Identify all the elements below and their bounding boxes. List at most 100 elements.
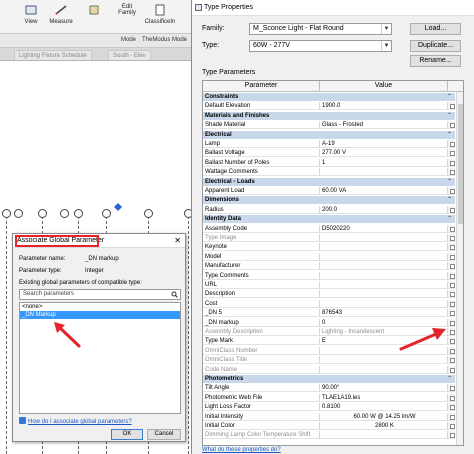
associate-parameter-button[interactable] bbox=[447, 422, 455, 430]
parameter-value[interactable]: 200.0 bbox=[320, 206, 447, 214]
list-item-dn-markup[interactable]: _DN Markup bbox=[20, 311, 180, 319]
associate-parameter-button[interactable] bbox=[447, 243, 455, 252]
scrollbar-thumb[interactable] bbox=[458, 104, 463, 224]
associate-parameter-button[interactable] bbox=[447, 365, 455, 374]
rename-button[interactable]: Rename... bbox=[410, 55, 461, 67]
associate-parameter-button[interactable] bbox=[447, 205, 455, 214]
parameter-row[interactable]: Wattage Comments bbox=[203, 168, 455, 177]
parameter-row[interactable]: Dimming Lamp Color Temperature Shift bbox=[203, 431, 455, 440]
properties-help-link[interactable]: What do these properties do? bbox=[202, 447, 281, 453]
collapse-icon[interactable]: ⌃ bbox=[447, 178, 452, 186]
parameter-value[interactable] bbox=[320, 168, 447, 177]
associate-parameter-button[interactable] bbox=[447, 158, 455, 167]
associate-parameter-button[interactable] bbox=[447, 252, 455, 261]
parameter-row[interactable]: Tilt Angle 90.00° bbox=[203, 384, 455, 393]
parameter-row[interactable]: Shade Material Glass - Frosted bbox=[203, 121, 455, 130]
parameter-row[interactable]: Description bbox=[203, 290, 455, 299]
associate-parameter-button[interactable] bbox=[447, 224, 455, 233]
parameter-value[interactable]: 2800 K bbox=[320, 422, 447, 430]
collapse-icon[interactable]: ⌃ bbox=[447, 215, 452, 223]
parameter-value[interactable] bbox=[320, 243, 447, 252]
duplicate-button[interactable]: Duplicate... bbox=[410, 40, 461, 52]
group-header[interactable]: Photometrics ⌃ bbox=[203, 375, 455, 383]
column-header-value[interactable]: Value bbox=[320, 81, 447, 92]
group-header[interactable]: Identity Data ⌃ bbox=[203, 215, 455, 224]
parameter-row[interactable]: _DN 5 876543 bbox=[203, 309, 455, 318]
associate-parameter-button[interactable] bbox=[447, 299, 455, 308]
associate-parameter-button[interactable] bbox=[447, 140, 455, 148]
ribbon-create-button[interactable] bbox=[80, 0, 108, 34]
tab-lighting-fixture-schedule[interactable]: Lighting Fixture Schedule bbox=[14, 50, 92, 60]
search-input[interactable]: Search parameters bbox=[19, 289, 181, 300]
associate-parameter-button[interactable] bbox=[447, 187, 455, 195]
ok-button[interactable]: OK bbox=[111, 429, 143, 440]
parameter-value[interactable]: 1 bbox=[320, 159, 447, 167]
associate-parameter-button[interactable] bbox=[447, 431, 455, 440]
collapse-icon[interactable]: ⌃ bbox=[447, 375, 452, 383]
parameter-row[interactable]: OmniClass Title bbox=[203, 356, 455, 365]
parameter-value[interactable]: 277.00 V bbox=[320, 149, 447, 158]
parameter-value[interactable]: 0.8100 bbox=[320, 403, 447, 412]
parameter-row[interactable]: Ballast Number of Poles 1 bbox=[203, 158, 455, 167]
collapse-icon[interactable]: ⌃ bbox=[447, 131, 452, 139]
ribbon-view-button[interactable]: View bbox=[18, 0, 44, 34]
parameter-value[interactable] bbox=[320, 290, 447, 299]
parameter-row[interactable]: Lamp A-19 bbox=[203, 140, 455, 148]
associate-parameter-button[interactable] bbox=[447, 262, 455, 271]
parameter-value[interactable]: D5020220 bbox=[320, 225, 447, 233]
parameter-value[interactable]: 60.00 VA bbox=[320, 187, 447, 195]
associate-parameter-button[interactable] bbox=[447, 318, 455, 327]
collapse-icon[interactable]: ⌃ bbox=[447, 93, 452, 101]
parameter-row[interactable]: Apparent Load 60.00 VA bbox=[203, 187, 455, 195]
group-header[interactable]: Electrical - Loads ⌃ bbox=[203, 177, 455, 186]
parameter-row[interactable]: Default Elevation 1900.0 bbox=[203, 102, 455, 111]
parameter-row[interactable]: Light Loss Factor 0.8100 bbox=[203, 403, 455, 412]
tab-south-elev[interactable]: South - Elev bbox=[108, 50, 151, 60]
parameter-value[interactable]: A-19 bbox=[320, 140, 447, 148]
table-scrollbar[interactable] bbox=[456, 92, 463, 445]
associate-parameter-button[interactable] bbox=[447, 356, 455, 365]
associate-parameter-button[interactable] bbox=[447, 271, 455, 280]
associate-parameter-button[interactable] bbox=[447, 412, 455, 421]
associate-parameter-button[interactable] bbox=[447, 384, 455, 393]
associate-parameter-button[interactable] bbox=[447, 234, 455, 242]
associate-parameter-button[interactable] bbox=[447, 328, 455, 336]
group-header[interactable]: Materials and Finishes ⌃ bbox=[203, 111, 455, 120]
parameter-value[interactable]: TLAE1A19.ies bbox=[320, 394, 447, 402]
list-item-none[interactable]: <none> bbox=[20, 303, 180, 311]
associate-parameter-button[interactable] bbox=[447, 281, 455, 289]
parameter-row[interactable]: Model bbox=[203, 252, 455, 261]
parameter-row[interactable]: Assembly Code D5020220 bbox=[203, 224, 455, 233]
associate-parameter-button[interactable] bbox=[447, 403, 455, 412]
group-header[interactable]: Dimensions ⌃ bbox=[203, 196, 455, 205]
parameter-value[interactable] bbox=[320, 253, 447, 261]
associate-parameter-button[interactable] bbox=[447, 121, 455, 130]
associate-parameter-button[interactable] bbox=[447, 168, 455, 177]
column-header-parameter[interactable]: Parameter bbox=[203, 81, 320, 92]
parameter-row[interactable]: URL bbox=[203, 281, 455, 289]
parameter-row[interactable]: Keynote bbox=[203, 243, 455, 252]
associate-parameter-button[interactable] bbox=[447, 309, 455, 318]
parameter-value[interactable]: Glass - Frosted bbox=[320, 121, 447, 130]
parameter-value[interactable] bbox=[320, 281, 447, 289]
type-select[interactable]: 60W - 277V ▼ bbox=[249, 40, 392, 52]
associate-parameter-button[interactable] bbox=[447, 149, 455, 158]
ribbon-edit-family-button[interactable]: Edit Family bbox=[116, 0, 138, 32]
group-header[interactable]: Electrical ⌃ bbox=[203, 130, 455, 139]
dialog-title-bar[interactable]: Type Properties bbox=[192, 0, 474, 16]
parameter-row[interactable]: Radius 200.0 bbox=[203, 205, 455, 214]
parameter-row[interactable]: Type Comments bbox=[203, 271, 455, 280]
help-link[interactable]: How do I associate global parameters? bbox=[19, 417, 132, 425]
parameter-value[interactable] bbox=[320, 272, 447, 280]
ribbon-classification-button[interactable]: ClassificeIn bbox=[139, 0, 181, 34]
parameter-value[interactable] bbox=[320, 300, 447, 308]
associate-parameter-button[interactable] bbox=[447, 102, 455, 111]
parameter-row[interactable]: Cost bbox=[203, 299, 455, 308]
parameter-row[interactable]: Initial Color 2800 K bbox=[203, 422, 455, 430]
load-button[interactable]: Load... bbox=[410, 23, 461, 35]
ribbon-measure-button[interactable]: Measure bbox=[46, 0, 76, 34]
associate-parameter-button[interactable] bbox=[447, 346, 455, 355]
parameter-row[interactable]: Manufacturer bbox=[203, 262, 455, 271]
parameter-value[interactable]: 90.00° bbox=[320, 384, 447, 393]
associate-parameter-button[interactable] bbox=[447, 337, 455, 346]
